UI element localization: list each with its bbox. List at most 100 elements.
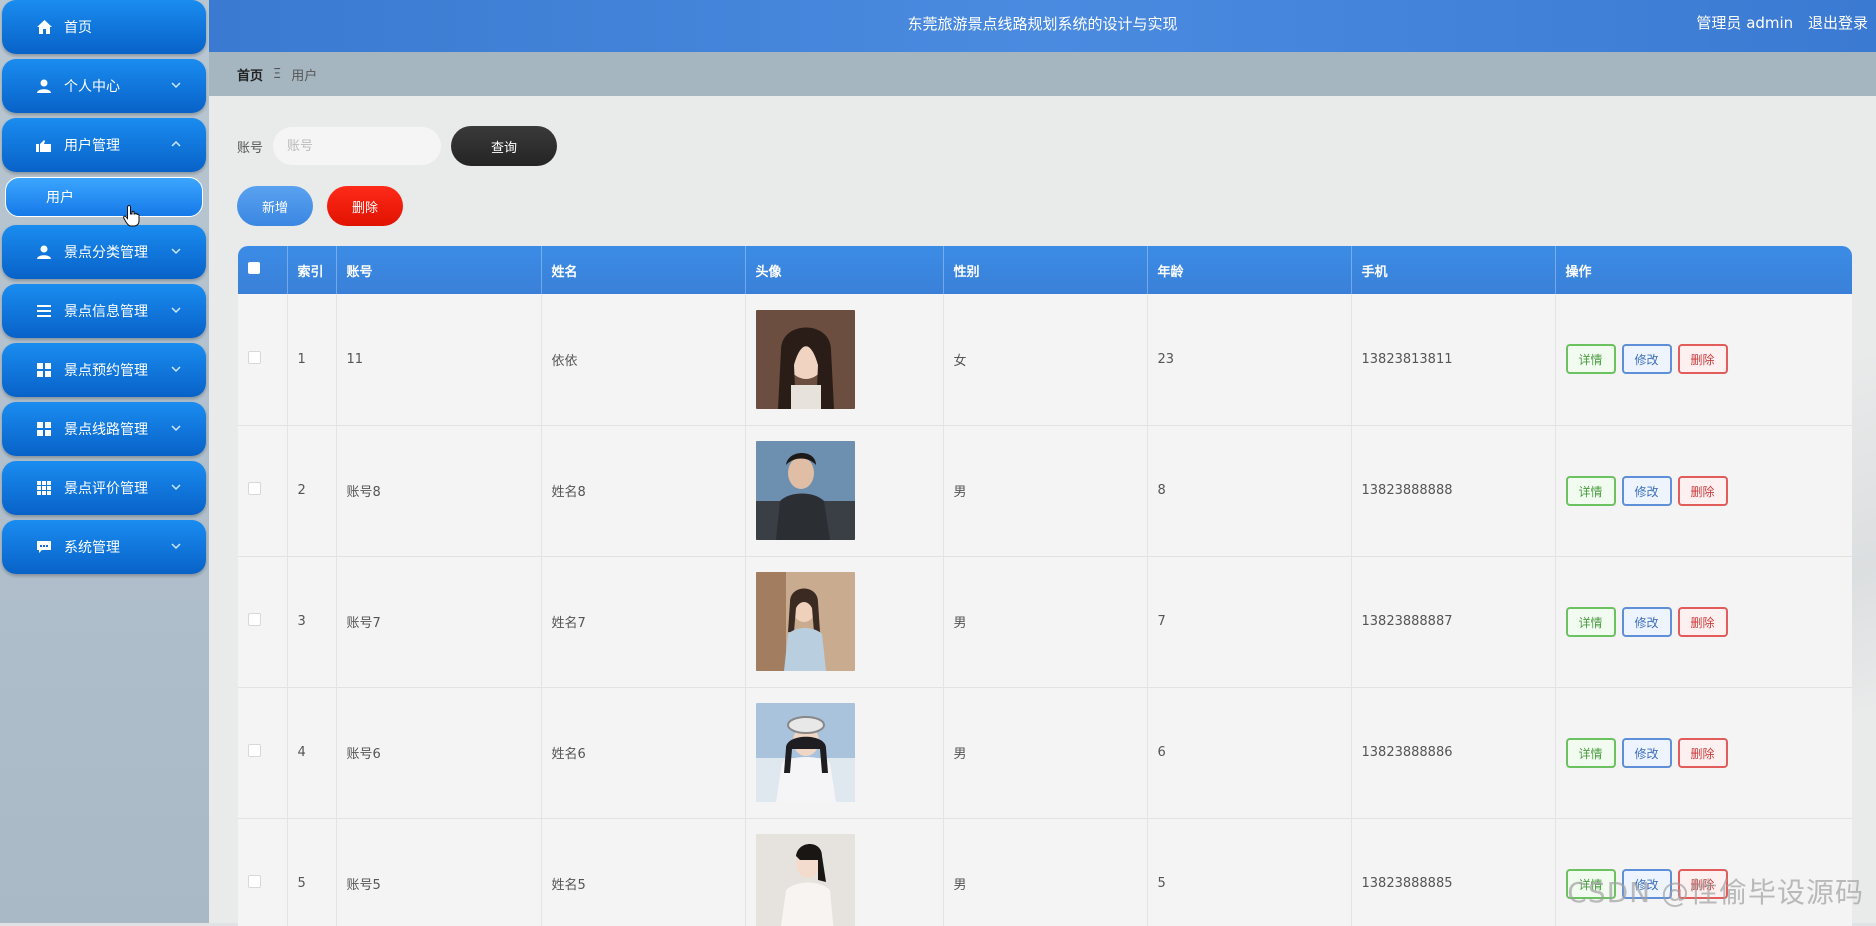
sidebar-item-personal-center[interactable]: 个人中心: [2, 59, 206, 113]
table-grid-icon: [36, 480, 52, 496]
cell-avatar: [745, 687, 944, 818]
detail-button[interactable]: 详情: [1565, 737, 1616, 768]
edit-button[interactable]: 修改: [1621, 737, 1672, 768]
sidebar-subitem-label: 用户: [46, 190, 74, 206]
delete-button[interactable]: 删除: [1677, 344, 1728, 375]
main-content: 账号 查询 新增 删除 索引 账号 姓名 头像 性别 年龄 手机: [209, 96, 1876, 926]
row-checkbox[interactable]: [248, 482, 261, 495]
cell-phone: 13823888888: [1351, 425, 1556, 556]
row-checkbox[interactable]: [248, 613, 261, 626]
sidebar-item-label: 景点分类管理: [64, 245, 148, 261]
cell-age: 8: [1147, 425, 1352, 556]
row-select-cell[interactable]: [238, 818, 288, 926]
sidebar-subitem-user[interactable]: 用户: [5, 177, 203, 217]
cell-account: 账号6: [336, 687, 542, 818]
column-header-age: 年龄: [1147, 246, 1352, 294]
avatar[interactable]: [755, 703, 855, 802]
cell-phone: 13823888886: [1351, 687, 1556, 818]
avatar[interactable]: [755, 309, 855, 409]
column-header-actions: 操作: [1565, 264, 1592, 280]
cell-phone: 13823813811: [1351, 294, 1556, 425]
table-row: 2 账号8 姓名8 男 8 13823888888 详情 修改 删除: [238, 425, 1852, 556]
cell-actions: 详情 修改 删除: [1555, 425, 1852, 556]
table-header-row: 索引 账号 姓名 头像 性别 年龄 手机 操作: [238, 246, 1852, 294]
cell-index: 4: [287, 687, 337, 818]
query-button[interactable]: 查询: [451, 126, 558, 166]
cell-age: 7: [1147, 556, 1352, 687]
cell-age: 6: [1147, 687, 1352, 818]
person-icon: [36, 244, 52, 260]
column-header-avatar: 头像: [745, 246, 944, 294]
detail-button[interactable]: 详情: [1565, 606, 1616, 637]
cell-avatar: [745, 294, 944, 425]
sidebar-item-system[interactable]: 系统管理: [2, 520, 206, 574]
batch-delete-button[interactable]: 删除: [327, 186, 403, 226]
edit-button[interactable]: 修改: [1621, 344, 1672, 375]
chat-icon: [36, 539, 52, 555]
column-header-account: 账号: [336, 246, 542, 294]
breadcrumb-separator: Ξ: [273, 66, 282, 82]
sidebar-item-label: 景点预约管理: [64, 363, 148, 379]
sidebar-item-label: 景点线路管理: [64, 422, 148, 438]
add-button[interactable]: 新增: [237, 186, 313, 226]
chevron-down-icon: [170, 363, 184, 377]
detail-button[interactable]: 详情: [1565, 475, 1616, 506]
edit-button[interactable]: 修改: [1621, 606, 1672, 637]
list-icon: [36, 303, 52, 319]
search-bar: 账号 查询: [237, 126, 558, 166]
delete-button[interactable]: 删除: [1677, 475, 1728, 506]
sidebar-item-spot-category[interactable]: 景点分类管理: [2, 225, 206, 279]
delete-button[interactable]: 删除: [1677, 737, 1728, 768]
cell-phone: 13823888885: [1351, 818, 1556, 926]
breadcrumb: 首页 Ξ 用户: [209, 52, 1876, 96]
cell-account: 账号8: [336, 425, 542, 556]
sidebar-item-label: 用户管理: [64, 138, 120, 154]
cell-name: 姓名6: [541, 687, 746, 818]
table-row: 3 账号7 姓名7 男 7 13823888887 详情 修改 删除: [238, 556, 1852, 687]
row-select-cell[interactable]: [238, 687, 288, 818]
logout-link[interactable]: 退出登录: [1808, 14, 1868, 32]
delete-button[interactable]: 删除: [1677, 606, 1728, 637]
sidebar-item-spot-route[interactable]: 景点线路管理: [2, 402, 206, 456]
sidebar-item-spot-reservation[interactable]: 景点预约管理: [2, 343, 206, 397]
header: 东莞旅游景点线路规划系统的设计与实现 管理员 admin 退出登录: [209, 0, 1876, 52]
edit-button[interactable]: 修改: [1621, 475, 1672, 506]
row-select-cell[interactable]: [238, 425, 288, 556]
cell-avatar: [745, 818, 944, 926]
column-header-name: 姓名: [541, 246, 746, 294]
select-all-cell[interactable]: [238, 246, 288, 294]
sidebar-item-label: 首页: [64, 20, 92, 36]
cell-gender: 男: [943, 425, 1148, 556]
avatar[interactable]: [755, 441, 855, 540]
user-label: 管理员 admin: [1696, 14, 1794, 32]
row-checkbox[interactable]: [248, 875, 261, 888]
cell-index: 5: [287, 818, 337, 926]
avatar[interactable]: [755, 834, 855, 926]
avatar[interactable]: [755, 572, 855, 671]
sidebar-item-home[interactable]: 首页: [2, 0, 206, 54]
row-checkbox[interactable]: [248, 744, 261, 757]
cell-index: 1: [287, 294, 337, 425]
detail-button[interactable]: 详情: [1565, 344, 1616, 375]
row-checkbox[interactable]: [248, 350, 261, 364]
cell-gender: 男: [943, 556, 1148, 687]
cell-age: 23: [1147, 294, 1352, 425]
sidebar-item-label: 景点信息管理: [64, 304, 148, 320]
table-row: 4 账号6 姓名6 男 6 13823888886 详情 修改 删除: [238, 687, 1852, 818]
user-area: 管理员 admin 退出登录: [1686, 0, 1868, 48]
select-all-checkbox[interactable]: [248, 262, 260, 274]
cell-account: 账号5: [336, 818, 542, 926]
row-select-cell[interactable]: [238, 294, 288, 425]
breadcrumb-current: 用户: [291, 68, 318, 84]
cell-account: 账号7: [336, 556, 542, 687]
chevron-up-icon: [170, 138, 184, 152]
breadcrumb-home[interactable]: 首页: [237, 65, 263, 84]
table-row: 1 11 依依 女 23 13823813811 详情 修改 删除: [238, 294, 1852, 425]
chevron-down-icon: [170, 304, 184, 318]
row-select-cell[interactable]: [238, 556, 288, 687]
sidebar-item-user-management[interactable]: 用户管理: [2, 118, 206, 172]
sidebar-item-spot-review[interactable]: 景点评价管理: [2, 461, 206, 515]
account-search-input[interactable]: [273, 127, 442, 165]
action-bar: 新增 删除: [237, 186, 403, 226]
sidebar-item-spot-info[interactable]: 景点信息管理: [2, 284, 206, 338]
